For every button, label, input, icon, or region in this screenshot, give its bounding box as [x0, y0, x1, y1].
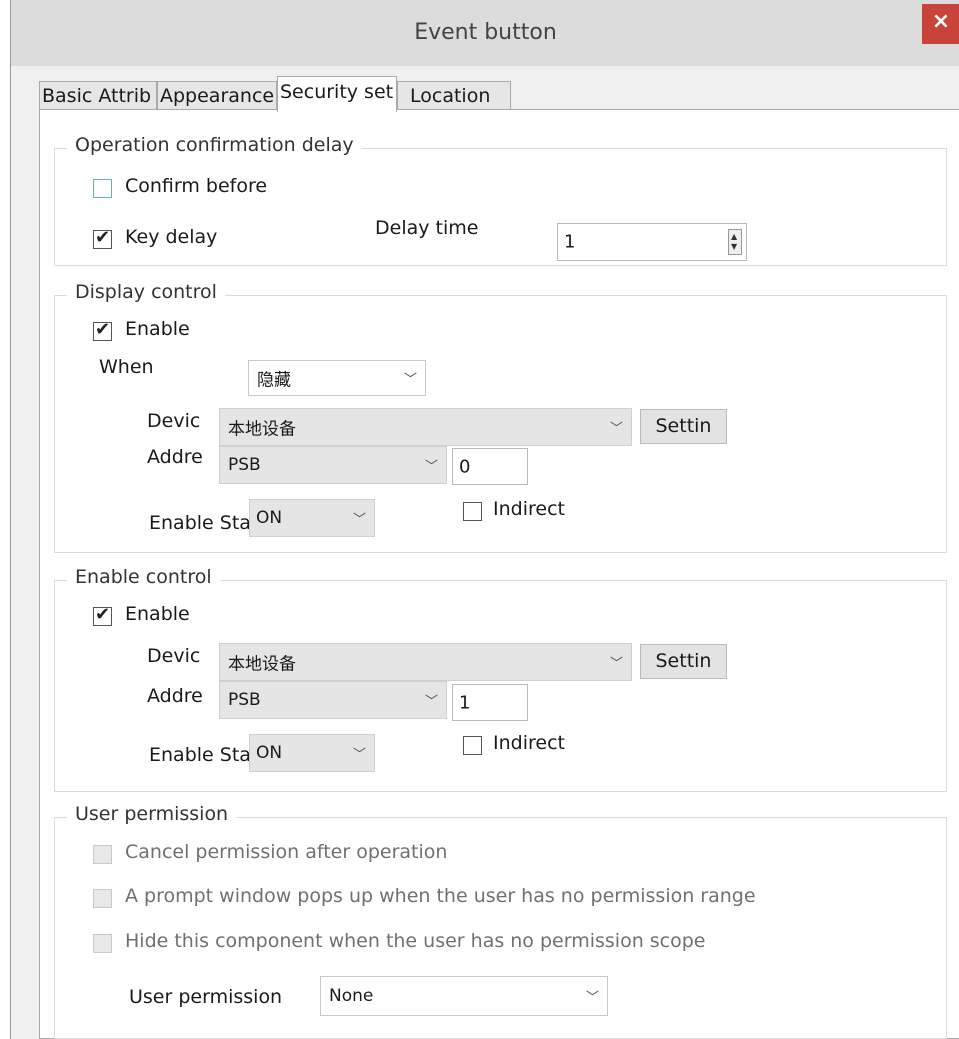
display-address-input[interactable]: 0 [452, 448, 528, 485]
operation-confirmation-legend: Operation confirmation delay [67, 134, 362, 156]
user-permission-group: User permission Cancel permission after … [54, 803, 947, 1039]
enable-enable-state-value: ON [256, 743, 283, 763]
cancel-permission-checkbox[interactable] [93, 845, 112, 864]
enable-control-legend: Enable control [67, 566, 220, 588]
enable-control-checkbox[interactable]: ✔ [93, 604, 112, 626]
tab-security-settings[interactable]: Security set [277, 76, 397, 112]
display-control-legend: Display control [67, 281, 225, 303]
display-enable-state-dropdown[interactable]: ON ﹀ [249, 499, 375, 537]
enable-device-dropdown[interactable]: 本地设备 ﹀ [219, 643, 632, 681]
display-enable-state-value: ON [256, 508, 283, 528]
user-permission-dropdown[interactable]: None ﹀ [320, 976, 608, 1016]
display-device-label: Devic [147, 410, 201, 432]
display-address-value: 0 [459, 456, 471, 477]
spinner-icon[interactable]: ▲ ▼ [728, 229, 742, 255]
delay-time-input[interactable]: 1 ▲ ▼ [557, 223, 747, 261]
tab-appearance[interactable]: Appearance [157, 81, 277, 111]
enable-address-value: 1 [459, 692, 471, 713]
when-value: 隐藏 [257, 370, 291, 391]
enable-device-value: 本地设备 [228, 654, 296, 675]
chevron-down-icon: ﹀ [424, 459, 438, 475]
tab-basic-attributes[interactable]: Basic Attrib [39, 81, 157, 111]
cancel-permission-label: Cancel permission after operation [125, 841, 448, 863]
display-address-label: Addre [147, 446, 203, 468]
display-indirect-checkbox[interactable] [463, 502, 482, 521]
security-settings-panel: Operation confirmation delay Confirm bef… [39, 109, 959, 1039]
delay-time-label: Delay time [375, 217, 479, 239]
tab-location[interactable]: Location [397, 81, 511, 111]
display-address-type-value: PSB [228, 455, 261, 475]
hide-component-label: Hide this component when the user has no… [125, 930, 706, 952]
chevron-down-icon: ﹀ [352, 747, 366, 763]
enable-settings-button[interactable]: Settin [640, 644, 727, 679]
display-address-type-dropdown[interactable]: PSB ﹀ [219, 446, 447, 484]
enable-indirect-label: Indirect [493, 732, 565, 754]
chevron-down-icon: ﹀ [609, 656, 623, 672]
enable-enable-state-label: Enable Sta [149, 744, 251, 766]
enable-indirect-checkbox[interactable] [463, 736, 482, 755]
chevron-down-icon: ﹀ [352, 512, 366, 528]
display-control-group: Display control ✔ Enable When 隐藏 ﹀ Devic… [54, 281, 947, 553]
delay-time-value: 1 [564, 231, 576, 253]
display-enable-checkbox[interactable]: ✔ [93, 319, 112, 341]
title-bar: Event button × [11, 0, 959, 66]
prompt-window-label: A prompt window pops up when the user ha… [125, 885, 756, 907]
hide-component-checkbox[interactable] [93, 934, 112, 953]
enable-address-type-dropdown[interactable]: PSB ﹀ [219, 681, 447, 719]
close-button[interactable]: × [922, 4, 959, 44]
key-delay-checkbox[interactable]: ✔ [93, 227, 112, 249]
display-indirect-label: Indirect [493, 498, 565, 520]
close-icon: × [931, 9, 951, 34]
chevron-down-icon: ﹀ [403, 372, 417, 388]
enable-device-label: Devic [147, 645, 201, 667]
enable-address-label: Addre [147, 685, 203, 707]
display-device-value: 本地设备 [228, 419, 296, 440]
user-permission-legend: User permission [67, 803, 237, 825]
enable-enable-state-dropdown[interactable]: ON ﹀ [249, 734, 375, 772]
confirm-before-label: Confirm before [125, 175, 268, 197]
check-icon: ✔ [95, 319, 111, 340]
chevron-down-icon: ﹀ [609, 421, 623, 437]
chevron-down-icon: ﹀ [585, 990, 599, 1006]
event-button-dialog: Event button × Basic Attrib Appearance S… [10, 0, 959, 1039]
user-permission-value: None [329, 986, 374, 1006]
window-title: Event button [414, 20, 557, 45]
when-dropdown[interactable]: 隐藏 ﹀ [248, 360, 426, 396]
enable-address-input[interactable]: 1 [452, 684, 528, 721]
enable-control-group: Enable control ✔ Enable Devic 本地设备 ﹀ Set… [54, 566, 947, 792]
display-enable-label: Enable [125, 318, 190, 340]
confirm-before-checkbox[interactable] [93, 179, 112, 198]
operation-confirmation-group: Operation confirmation delay Confirm bef… [54, 134, 947, 266]
chevron-down-icon: ﹀ [424, 694, 438, 710]
key-delay-label: Key delay [125, 226, 218, 248]
enable-address-type-value: PSB [228, 690, 261, 710]
when-label: When [99, 356, 154, 378]
display-enable-state-label: Enable Sta [149, 512, 251, 534]
display-device-dropdown[interactable]: 本地设备 ﹀ [219, 408, 632, 446]
prompt-window-checkbox[interactable] [93, 889, 112, 908]
display-settings-button[interactable]: Settin [640, 409, 727, 444]
enable-control-label: Enable [125, 603, 190, 625]
check-icon: ✔ [95, 604, 111, 625]
check-icon: ✔ [95, 227, 111, 248]
tab-strip: Basic Attrib Appearance Security set Loc… [39, 76, 929, 112]
user-permission-label: User permission [129, 986, 283, 1008]
